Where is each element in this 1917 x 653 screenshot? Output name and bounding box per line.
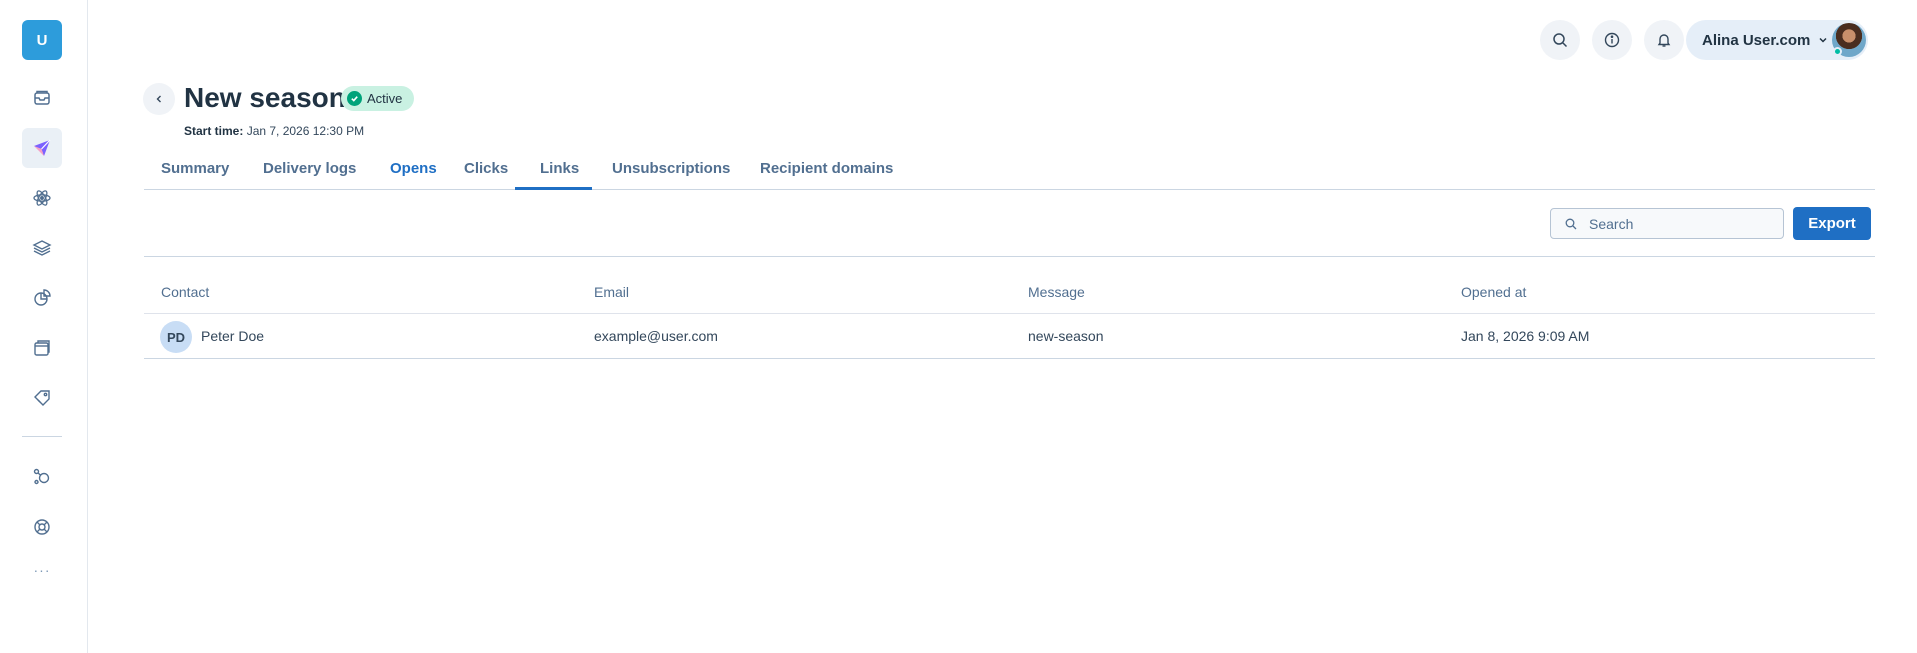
tab-recipient-domains[interactable]: Recipient domains (760, 156, 893, 190)
tab-summary[interactable]: Summary (161, 156, 229, 190)
integration-icon[interactable] (22, 457, 62, 497)
start-time-value: Jan 7, 2026 12:30 PM (246, 124, 365, 138)
check-icon (347, 91, 362, 106)
search-icon[interactable] (1540, 20, 1580, 60)
support-icon[interactable] (22, 507, 62, 547)
column-header-message[interactable]: Message (1028, 284, 1085, 300)
column-header-email[interactable]: Email (594, 284, 629, 300)
info-icon[interactable] (1592, 20, 1632, 60)
back-button[interactable] (143, 83, 175, 115)
tab-links[interactable]: Links (540, 156, 579, 190)
status-label: Active (367, 91, 403, 106)
active-tab-indicator (515, 187, 592, 190)
start-time: Start time: Jan 7, 2026 12:30 PM (184, 124, 364, 138)
column-header-contact[interactable]: Contact (161, 284, 209, 300)
chevron-left-icon (156, 95, 161, 103)
export-button[interactable]: Export (1793, 207, 1871, 240)
opens-table: Contact Email Message Opened at PD Peter… (144, 272, 1875, 359)
presence-indicator (1833, 47, 1842, 56)
contact-name[interactable]: Peter Doe (201, 328, 264, 344)
opened-at: Jan 8, 2026 9:09 AM (1461, 328, 1590, 344)
contact-avatar: PD (160, 321, 192, 353)
column-header-opened-at[interactable]: Opened at (1461, 284, 1526, 300)
app-logo[interactable]: U (22, 20, 62, 60)
send-icon[interactable] (22, 128, 62, 168)
contact-email: example@user.com (594, 328, 718, 344)
sidebar-divider (22, 436, 62, 437)
inbox-icon[interactable] (22, 78, 62, 118)
search-input[interactable] (1589, 215, 1769, 232)
more-menu[interactable]: ··· (22, 562, 62, 582)
search-field[interactable] (1550, 208, 1784, 239)
windows-icon[interactable] (22, 328, 62, 368)
tab-delivery-logs[interactable]: Delivery logs (263, 156, 356, 190)
chart-pie-icon[interactable] (22, 278, 62, 318)
search-icon (1565, 218, 1577, 229)
sidebar: U ··· (0, 0, 88, 653)
chevron-down-icon (1819, 37, 1827, 43)
start-time-label: Start time: (184, 124, 244, 138)
tag-icon[interactable] (22, 378, 62, 418)
layers-icon[interactable] (22, 228, 62, 268)
tab-clicks[interactable]: Clicks (464, 156, 508, 190)
message-name: new-season (1028, 328, 1104, 344)
user-menu[interactable]: Alina User.com (1686, 20, 1868, 60)
status-badge: Active (341, 86, 415, 111)
page-title: New season (184, 82, 346, 113)
tab-opens[interactable]: Opens (390, 156, 437, 190)
atom-icon[interactable] (22, 178, 62, 218)
tab-unsubscriptions[interactable]: Unsubscriptions (612, 156, 730, 190)
toolbar-divider (144, 256, 1875, 257)
bell-icon[interactable] (1644, 20, 1684, 60)
table-header: Contact Email Message Opened at (144, 272, 1875, 314)
user-name: Alina User.com (1702, 31, 1811, 49)
table-row[interactable]: PD Peter Doe example@user.com new-season… (144, 314, 1875, 359)
tab-bar: Summary Delivery logs Opens Clicks Links… (144, 156, 1875, 190)
